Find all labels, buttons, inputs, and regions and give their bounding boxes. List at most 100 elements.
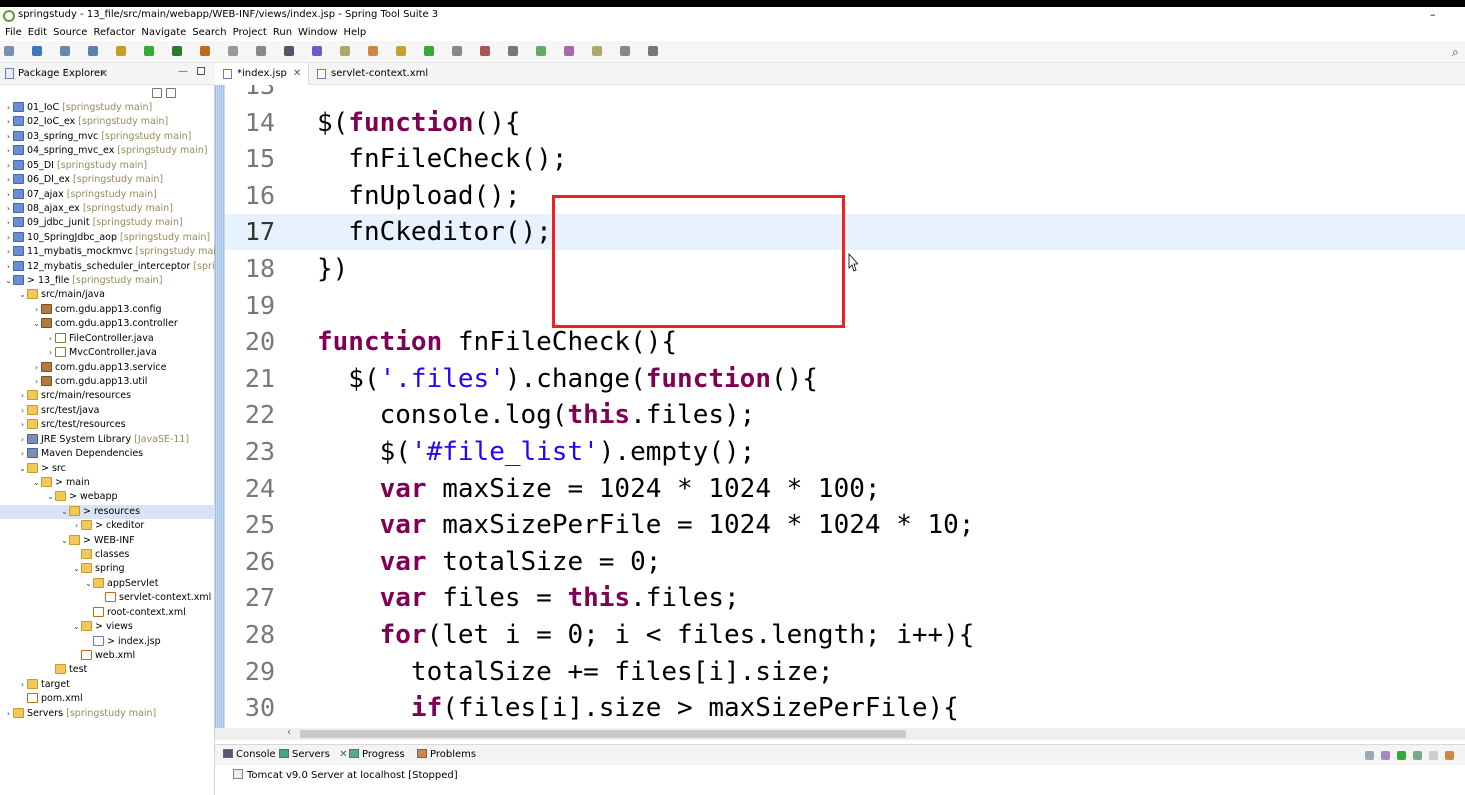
menu-navigate[interactable]: Navigate	[141, 27, 186, 38]
tree-twisty-icon[interactable]: ›	[32, 303, 41, 317]
bottom-tab-console[interactable]: Console	[223, 749, 276, 760]
tree-twisty-icon[interactable]: ›	[4, 188, 13, 202]
tree-twisty-icon[interactable]: ›	[4, 115, 13, 129]
code-line[interactable]: 19	[225, 288, 1465, 324]
tree-item[interactable]: › 11_mybatis_mockmvc [springstudy main]	[0, 245, 215, 259]
close-icon[interactable]: ✕	[99, 67, 108, 80]
code-line[interactable]: 25 var maxSizePerFile = 1024 * 1024 * 10…	[225, 507, 1465, 543]
tree-item[interactable]: ⌄ appServlet	[0, 577, 215, 591]
tree-twisty-icon[interactable]: ›	[4, 245, 13, 259]
tree-twisty-icon[interactable]: ⌄	[46, 490, 55, 504]
menu-project[interactable]: Project	[233, 27, 267, 38]
toolbar-button-17-icon[interactable]	[480, 46, 490, 56]
code-line[interactable]: 30 if(files[i].size > maxSizePerFile){	[225, 690, 1465, 725]
code-line[interactable]: 15 fnFileCheck();	[225, 141, 1465, 177]
tree-item[interactable]: web.xml	[0, 649, 215, 663]
code-line[interactable]: 22 console.log(this.files);	[225, 397, 1465, 433]
tree-twisty-icon[interactable]: ⌄	[32, 317, 41, 331]
tree-item[interactable]: › 05_DI [springstudy main]	[0, 159, 215, 173]
toolbar-button-20-icon[interactable]	[564, 46, 574, 56]
toolbar-button-21-icon[interactable]	[592, 46, 602, 56]
tree-item[interactable]: › JRE System Library [JavaSE-11]	[0, 433, 215, 447]
tree-twisty-icon[interactable]: ›	[46, 332, 55, 346]
tree-item[interactable]: ⌄ > src	[0, 462, 215, 476]
bottom-tab-problems[interactable]: Problems	[417, 749, 476, 760]
toolbar-button-13-icon[interactable]	[368, 46, 378, 56]
tree-twisty-icon[interactable]: ›	[18, 418, 27, 432]
tree-twisty-icon[interactable]: ›	[4, 707, 13, 721]
menu-run[interactable]: Run	[273, 27, 292, 38]
toolbar-button-14-icon[interactable]	[396, 46, 406, 56]
tree-item[interactable]: › com.gdu.app13.service	[0, 361, 215, 375]
scroll-left-icon[interactable]: ‹	[287, 727, 291, 738]
tree-item[interactable]: › src/test/resources	[0, 418, 215, 432]
tree-item[interactable]: ⌄ > resources	[0, 504, 215, 519]
toolbar-button-18-icon[interactable]	[508, 46, 518, 56]
tree-item[interactable]: › 06_DI_ex [springstudy main]	[0, 173, 215, 187]
tree-item[interactable]: ⌄ com.gdu.app13.controller	[0, 317, 215, 331]
maximize-view-icon[interactable]	[197, 67, 205, 75]
debug-server-icon[interactable]	[1381, 751, 1390, 760]
link-with-editor-icon[interactable]	[166, 88, 176, 98]
tree-item[interactable]: › Servers [springstudy main]	[0, 707, 215, 721]
toolbar-button-19-icon[interactable]	[536, 46, 546, 56]
menu-window[interactable]: Window	[298, 27, 337, 38]
tree-twisty-icon[interactable]: ›	[4, 101, 13, 115]
tree-twisty-icon[interactable]: ›	[72, 519, 81, 533]
minimize-view-icon[interactable]: —	[178, 66, 188, 77]
tree-item[interactable]: › 07_ajax [springstudy main]	[0, 188, 215, 202]
tree-twisty-icon[interactable]: ›	[4, 202, 13, 216]
tree-item[interactable]: test	[0, 663, 215, 677]
editor-tab-servlet-context-xml[interactable]: servlet-context.xml	[309, 63, 428, 85]
tree-twisty-icon[interactable]: ›	[4, 173, 13, 187]
code-line[interactable]: 27 var files = this.files;	[225, 580, 1465, 616]
tree-twisty-icon[interactable]: ⌄	[72, 620, 81, 634]
search-icon[interactable]: ⌕	[1452, 45, 1459, 60]
code-line[interactable]: 18})	[225, 251, 1465, 287]
tree-twisty-icon[interactable]: ⌄	[18, 288, 27, 302]
toolbar-button-3-icon[interactable]	[88, 46, 98, 56]
tree-item[interactable]: › target	[0, 678, 215, 692]
code-editor[interactable]: 13 14 $(function(){15 fnFileCheck(); 16 fnU…	[225, 85, 1465, 725]
toolbar-button-22-icon[interactable]	[620, 46, 630, 56]
toolbar-button-8-icon[interactable]	[228, 46, 238, 56]
code-line[interactable]: 16 fnUpload();	[225, 178, 1465, 214]
tree-item[interactable]: › 12_mybatis_scheduler_interceptor [sprin…	[0, 260, 215, 274]
close-icon[interactable]: ✕	[293, 63, 301, 85]
tree-item[interactable]: › 01_IoC [springstudy main]	[0, 101, 215, 115]
server-entry[interactable]: Tomcat v9.0 Server at localhost [Stopped…	[233, 769, 458, 781]
minimize-button[interactable]: –	[1430, 8, 1436, 21]
toolbar-button-12-icon[interactable]	[340, 46, 350, 56]
tree-twisty-icon[interactable]: ›	[18, 404, 27, 418]
collapse-all-icon[interactable]	[152, 88, 162, 98]
tree-item[interactable]: › src/main/resources	[0, 389, 215, 403]
view-menu-icon[interactable]	[184, 88, 190, 98]
tree-twisty-icon[interactable]: ›	[4, 216, 13, 230]
tree-twisty-icon[interactable]: ›	[18, 678, 27, 692]
code-line[interactable]: 20 function fnFileCheck(){	[225, 324, 1465, 360]
tree-item[interactable]: pom.xml	[0, 692, 215, 706]
tree-twisty-icon[interactable]: ⌄	[60, 505, 69, 519]
toolbar-button-15-icon[interactable]	[424, 46, 434, 56]
tree-twisty-icon[interactable]: ›	[4, 260, 13, 274]
menu-search[interactable]: Search	[192, 27, 226, 38]
menu-help[interactable]: Help	[343, 27, 366, 38]
tree-item[interactable]: › 10_SpringJdbc_aop [springstudy main]	[0, 231, 215, 245]
tree-twisty-icon[interactable]: ⌄	[72, 562, 81, 576]
tree-item[interactable]: root-context.xml	[0, 606, 215, 620]
code-line[interactable]: 21 $('.files').change(function(){	[225, 361, 1465, 397]
code-line[interactable]: 13	[225, 85, 1465, 104]
stop-server-icon[interactable]	[1429, 751, 1438, 760]
close-icon[interactable]: ✕	[336, 749, 347, 760]
tree-item[interactable]: ⌄ spring	[0, 562, 215, 576]
tree-item[interactable]: › Maven Dependencies	[0, 447, 215, 461]
tree-twisty-icon[interactable]: ›	[46, 346, 55, 360]
tree-item[interactable]: › > ckeditor	[0, 519, 215, 533]
tree-twisty-icon[interactable]: ⌄	[84, 577, 93, 591]
tree-item[interactable]: › MvcController.java	[0, 346, 215, 360]
toolbar-button-0-icon[interactable]	[4, 46, 14, 56]
tree-twisty-icon[interactable]: ›	[4, 130, 13, 144]
bottom-tab-servers[interactable]: Servers ✕	[279, 749, 348, 760]
code-line[interactable]: 23 $('#file_list').empty();	[225, 434, 1465, 470]
menu-source[interactable]: Source	[53, 27, 87, 38]
